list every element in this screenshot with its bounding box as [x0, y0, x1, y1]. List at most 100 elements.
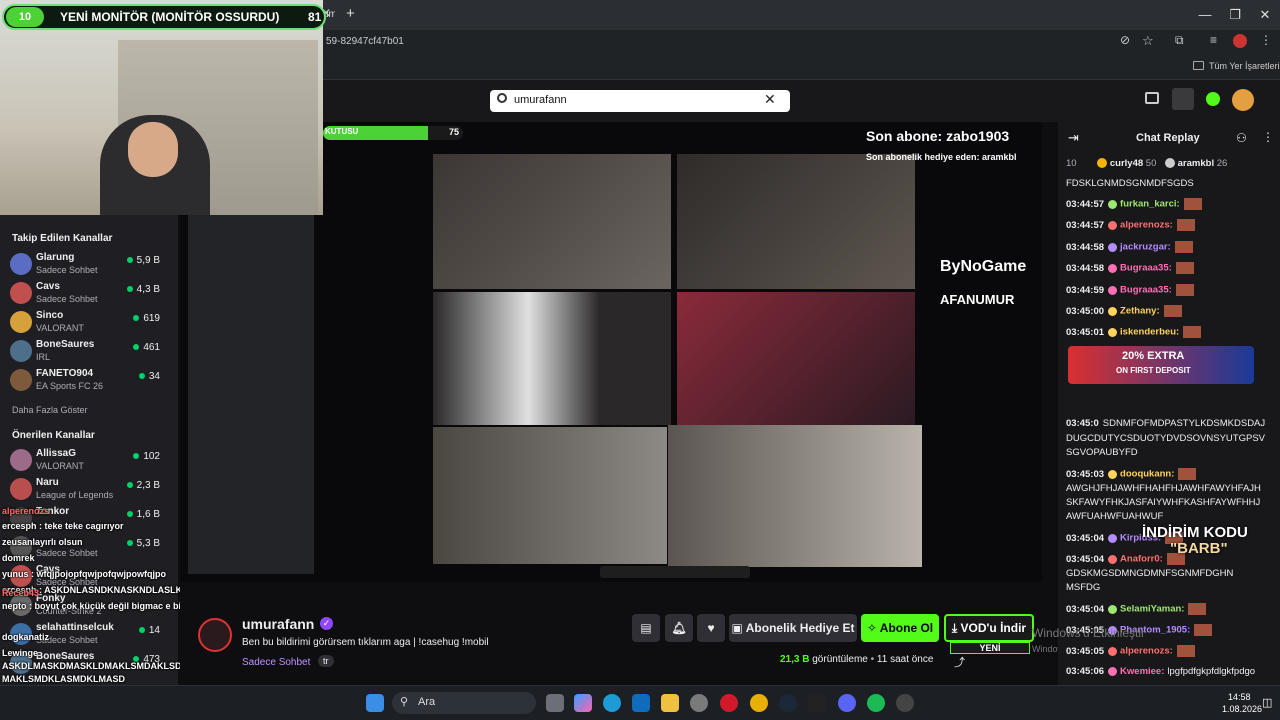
xbox-icon[interactable]: [690, 694, 708, 712]
chat-message: SKFAWYFHKJASFAIYWHFKASHFAYWFHHJ: [1066, 497, 1272, 509]
show-more-link[interactable]: Daha Fazla Göster: [12, 405, 88, 415]
chat-username[interactable]: alperenozs:: [1120, 220, 1173, 231]
chat-badge-icon: [1108, 220, 1118, 230]
copilot-icon[interactable]: [574, 694, 592, 712]
followed-item[interactable]: Sinco VALORANT 619: [10, 309, 170, 337]
star-icon[interactable]: ☆: [1142, 33, 1154, 49]
chat-username[interactable]: SelamiYaman:: [1120, 604, 1184, 615]
chat-message: 03:44:57 alperenozs:: [1066, 219, 1272, 232]
chat-message: 03:45:05 alperenozs:: [1066, 645, 1272, 658]
taskbar-search[interactable]: ⚲ Ara: [392, 692, 536, 714]
chat-message: AWFUAHWFUAHWUF: [1066, 511, 1272, 523]
windows-taskbar: ⚲ Ara 14:58 1.08.2026 ◫: [0, 685, 1280, 720]
vod-download-button[interactable]: ⤓ VOD'u İndir: [944, 614, 1034, 642]
edge-icon[interactable]: [603, 694, 621, 712]
app-icon[interactable]: [896, 694, 914, 712]
chrome-icon[interactable]: [750, 694, 768, 712]
eye-off-icon[interactable]: ⊘: [1120, 33, 1130, 47]
chat-username[interactable]: Bugraaa35:: [1120, 263, 1172, 274]
overlay-chat-line: ercesph : teke teke cagırıyor: [2, 521, 124, 531]
overlay-chat-line: dogkanatiz: [2, 632, 50, 642]
recommended-item[interactable]: AllissaG VALORANT 102: [10, 447, 170, 475]
user-avatar[interactable]: [1232, 89, 1254, 111]
k-extension-icon[interactable]: [1206, 92, 1220, 106]
channel-category: IRL: [36, 352, 51, 362]
channel-info-bar: umurafann ✓ Ben bu bildirimi görürsem tı…: [180, 582, 1145, 685]
avatar: [10, 449, 32, 471]
chat-username[interactable]: Bugraaa35:: [1120, 285, 1172, 296]
promo-banner[interactable]: 20% EXTRA ON FIRST DEPOSIT: [1068, 346, 1254, 384]
last-gift-text: Son abonelik hediye eden: aramkbl: [866, 152, 1017, 162]
chat-username[interactable]: alperenozs:: [1120, 646, 1173, 657]
view-count: 21,3 B görüntüleme • 11 saat önce: [780, 654, 934, 665]
new-tab-button[interactable]: +: [346, 5, 355, 22]
notification-button[interactable]: 🔔︎: [665, 614, 693, 642]
task-view-icon[interactable]: [546, 694, 564, 712]
followed-item[interactable]: BoneSaures IRL 461: [10, 338, 170, 366]
layout-icon[interactable]: [1172, 88, 1194, 110]
discord-icon[interactable]: [838, 694, 856, 712]
more-icon[interactable]: ⋮: [1260, 33, 1272, 47]
avatar: [10, 311, 32, 333]
clear-search-icon[interactable]: ✕: [764, 91, 776, 108]
language-tag[interactable]: tr: [318, 655, 334, 667]
next-icon[interactable]: [808, 694, 826, 712]
chat-username[interactable]: Anaforr0:: [1120, 554, 1163, 565]
profile-icon[interactable]: [1233, 34, 1247, 48]
chat-timestamp: 03:44:57: [1066, 198, 1105, 210]
users-icon[interactable]: ⚇: [1236, 131, 1247, 145]
minimize-icon[interactable]: —: [1188, 5, 1222, 25]
spotify-icon[interactable]: [867, 694, 885, 712]
clock-date[interactable]: 1.08.2026: [1222, 704, 1262, 714]
search-input[interactable]: umurafann ✕: [490, 90, 790, 112]
maximize-icon[interactable]: ❐: [1218, 5, 1252, 25]
top1-badge: [1097, 158, 1108, 169]
collapse-chat-icon[interactable]: ⇥: [1068, 130, 1079, 146]
chat-timestamp: 03:45:03: [1066, 468, 1105, 480]
extensions-icon[interactable]: ⧉: [1175, 33, 1184, 48]
chat-username[interactable]: furkan_karci:: [1120, 199, 1180, 210]
chat-message: 03:45:0 SDNMFOFMDPASTYLKDSMKDSDAJ: [1066, 418, 1272, 430]
views-number: 21,3 B: [780, 654, 810, 665]
chat-text: DUGCDUTYCSDUOTYDVDSOVNSYUTGPSV: [1066, 433, 1265, 444]
chat-username[interactable]: iskenderbeu:: [1120, 327, 1179, 338]
explorer-icon[interactable]: [661, 694, 679, 712]
share-icon[interactable]: ⤴: [954, 654, 965, 670]
cam-4: [677, 292, 915, 425]
opera-icon[interactable]: [720, 694, 738, 712]
follow-heart-button[interactable]: ♥: [697, 614, 725, 642]
chat-more-icon[interactable]: ⋮: [1262, 130, 1274, 144]
windows-start-icon[interactable]: [366, 694, 384, 712]
menu-icon[interactable]: ≡: [1210, 33, 1217, 47]
clock-time[interactable]: 14:58: [1228, 692, 1251, 702]
channel-name[interactable]: umurafann: [242, 616, 314, 632]
channel-category: League of Legends: [36, 490, 114, 500]
subscribe-button[interactable]: ✧ Abone Ol: [861, 614, 939, 642]
all-bookmarks-link[interactable]: Tüm Yer İşaretleri: [1209, 61, 1280, 71]
sponsor-afanumur: AFANUMUR: [940, 292, 1015, 307]
overlay-chat-line: alperenozs: [2, 506, 50, 516]
chat-username[interactable]: Kwemiee:: [1120, 666, 1164, 677]
outlook-icon[interactable]: [632, 694, 650, 712]
channel-avatar[interactable]: [198, 618, 232, 652]
steam-icon[interactable]: [779, 694, 797, 712]
goal-label: KUTUSU: [325, 127, 359, 136]
chat-badge-icon: [1108, 285, 1118, 295]
chat-username[interactable]: Zethany:: [1120, 306, 1160, 317]
clip-button[interactable]: ▤: [632, 614, 660, 642]
category-link[interactable]: Sadece Sohbet: [242, 657, 310, 668]
theater-icon[interactable]: [1145, 92, 1159, 104]
gift-sub-button[interactable]: ▣ Abonelik Hediye Et: [729, 614, 857, 642]
notification-icon[interactable]: ◫: [1262, 696, 1272, 709]
followed-item[interactable]: FANETO904 EA Sports FC 26 34: [10, 367, 170, 395]
channel-category: VALORANT: [36, 461, 84, 471]
followed-item[interactable]: Cavs Sadece Sohbet 4,3 B: [10, 280, 170, 308]
recommended-item[interactable]: Naru League of Legends 2,3 B: [10, 476, 170, 504]
viewer-count: 5,9 B: [127, 255, 160, 266]
close-window-icon[interactable]: ✕: [1248, 5, 1280, 25]
chat-username[interactable]: dooqukann:: [1120, 469, 1174, 480]
chat-username[interactable]: jackruzgar:: [1120, 242, 1171, 253]
overlay-chat-line: Lewinge: [2, 648, 39, 658]
followed-item[interactable]: Glarung Sadece Sohbet 5,9 B: [10, 251, 170, 279]
player-controls: [600, 566, 750, 578]
